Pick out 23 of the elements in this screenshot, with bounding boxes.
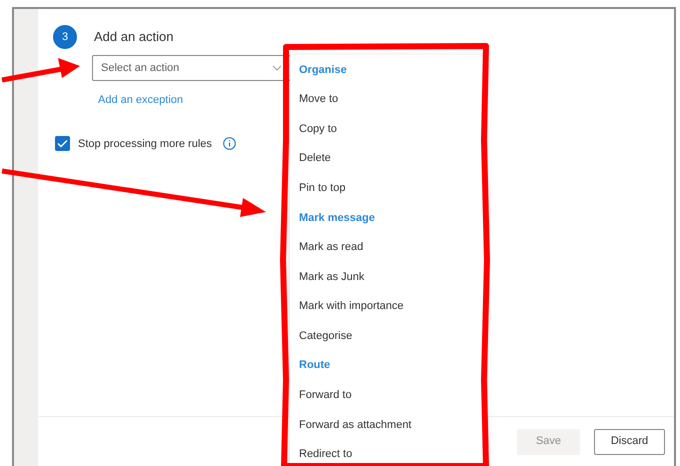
menu-item[interactable]: Mark with importance xyxy=(290,292,485,322)
menu-group-header: Mark message xyxy=(298,210,376,226)
menu-item[interactable]: Redirect to xyxy=(290,440,485,466)
add-exception-link[interactable]: Add an exception xyxy=(98,92,184,108)
menu-item[interactable]: Delete xyxy=(290,144,485,174)
action-select[interactable]: Select an action xyxy=(92,55,291,81)
discard-button[interactable]: Discard xyxy=(594,428,665,454)
menu-group-header: Organise xyxy=(298,62,348,78)
checkbox-label: Stop processing more rules xyxy=(78,136,212,152)
menu-item[interactable]: Forward as attachment xyxy=(290,410,485,440)
info-icon[interactable] xyxy=(222,137,236,150)
menu-item[interactable]: Move to xyxy=(290,84,485,114)
step-number: 3 xyxy=(53,25,77,49)
checkbox[interactable] xyxy=(55,136,70,152)
menu-item[interactable]: Forward to xyxy=(290,380,485,410)
menu-item[interactable]: Mark as read xyxy=(290,232,485,262)
menu-item[interactable]: Pin to top xyxy=(290,173,485,203)
menu-item[interactable]: Copy to xyxy=(290,114,485,144)
menu-group-header: Route xyxy=(298,358,332,374)
chevron-icon xyxy=(272,65,282,71)
step-title: Add an action xyxy=(94,28,174,46)
menu-item[interactable]: Mark as Junk xyxy=(290,262,485,292)
menu-item[interactable]: Categorise xyxy=(290,321,485,351)
